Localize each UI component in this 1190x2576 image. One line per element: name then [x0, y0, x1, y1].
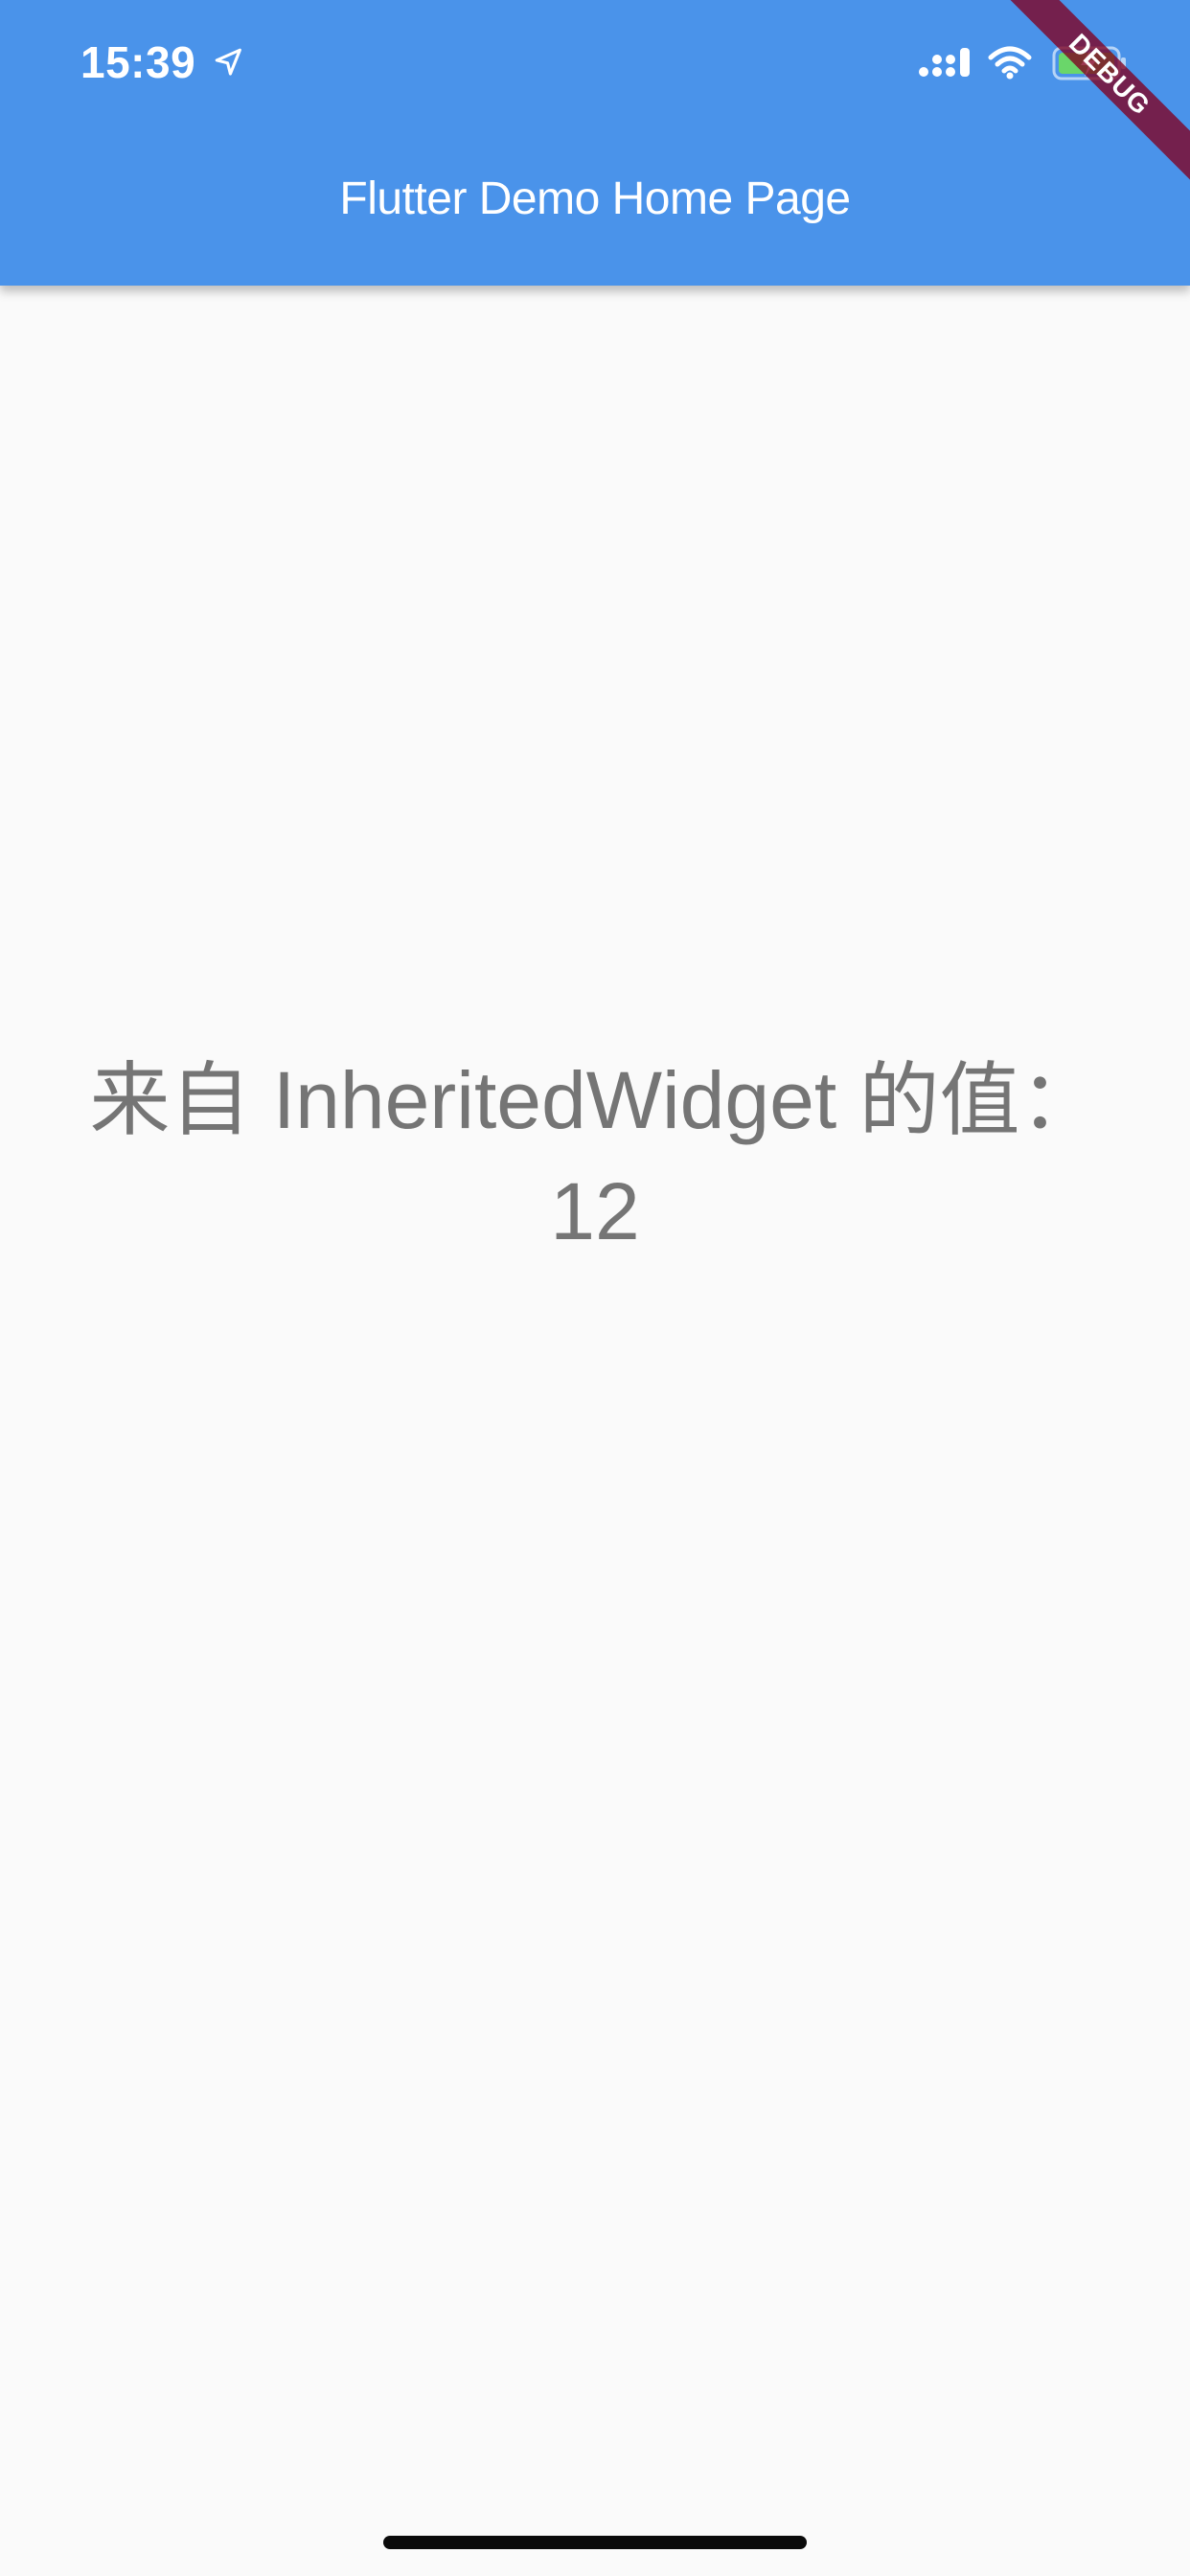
wifi-icon: [988, 46, 1032, 80]
location-arrow-icon: [215, 48, 241, 76]
app-bar: 15:39 Flutter Demo Home Page: [0, 0, 1190, 286]
inherited-value-text: 来自 InheritedWidget 的值： 12: [57, 1045, 1133, 1267]
main-content: [0, 286, 1190, 2576]
battery-charging-icon: [1052, 46, 1126, 80]
inherited-value-label: 来自 InheritedWidget 的值：: [89, 1055, 1101, 1145]
inherited-value-number: 12: [550, 1166, 640, 1256]
home-indicator[interactable]: [383, 2536, 807, 2549]
cellular-signal-icon: [919, 48, 970, 77]
status-bar: 15:39: [0, 0, 1190, 126]
status-time: 15:39: [80, 37, 196, 87]
page-title: Flutter Demo Home Page: [339, 173, 851, 224]
